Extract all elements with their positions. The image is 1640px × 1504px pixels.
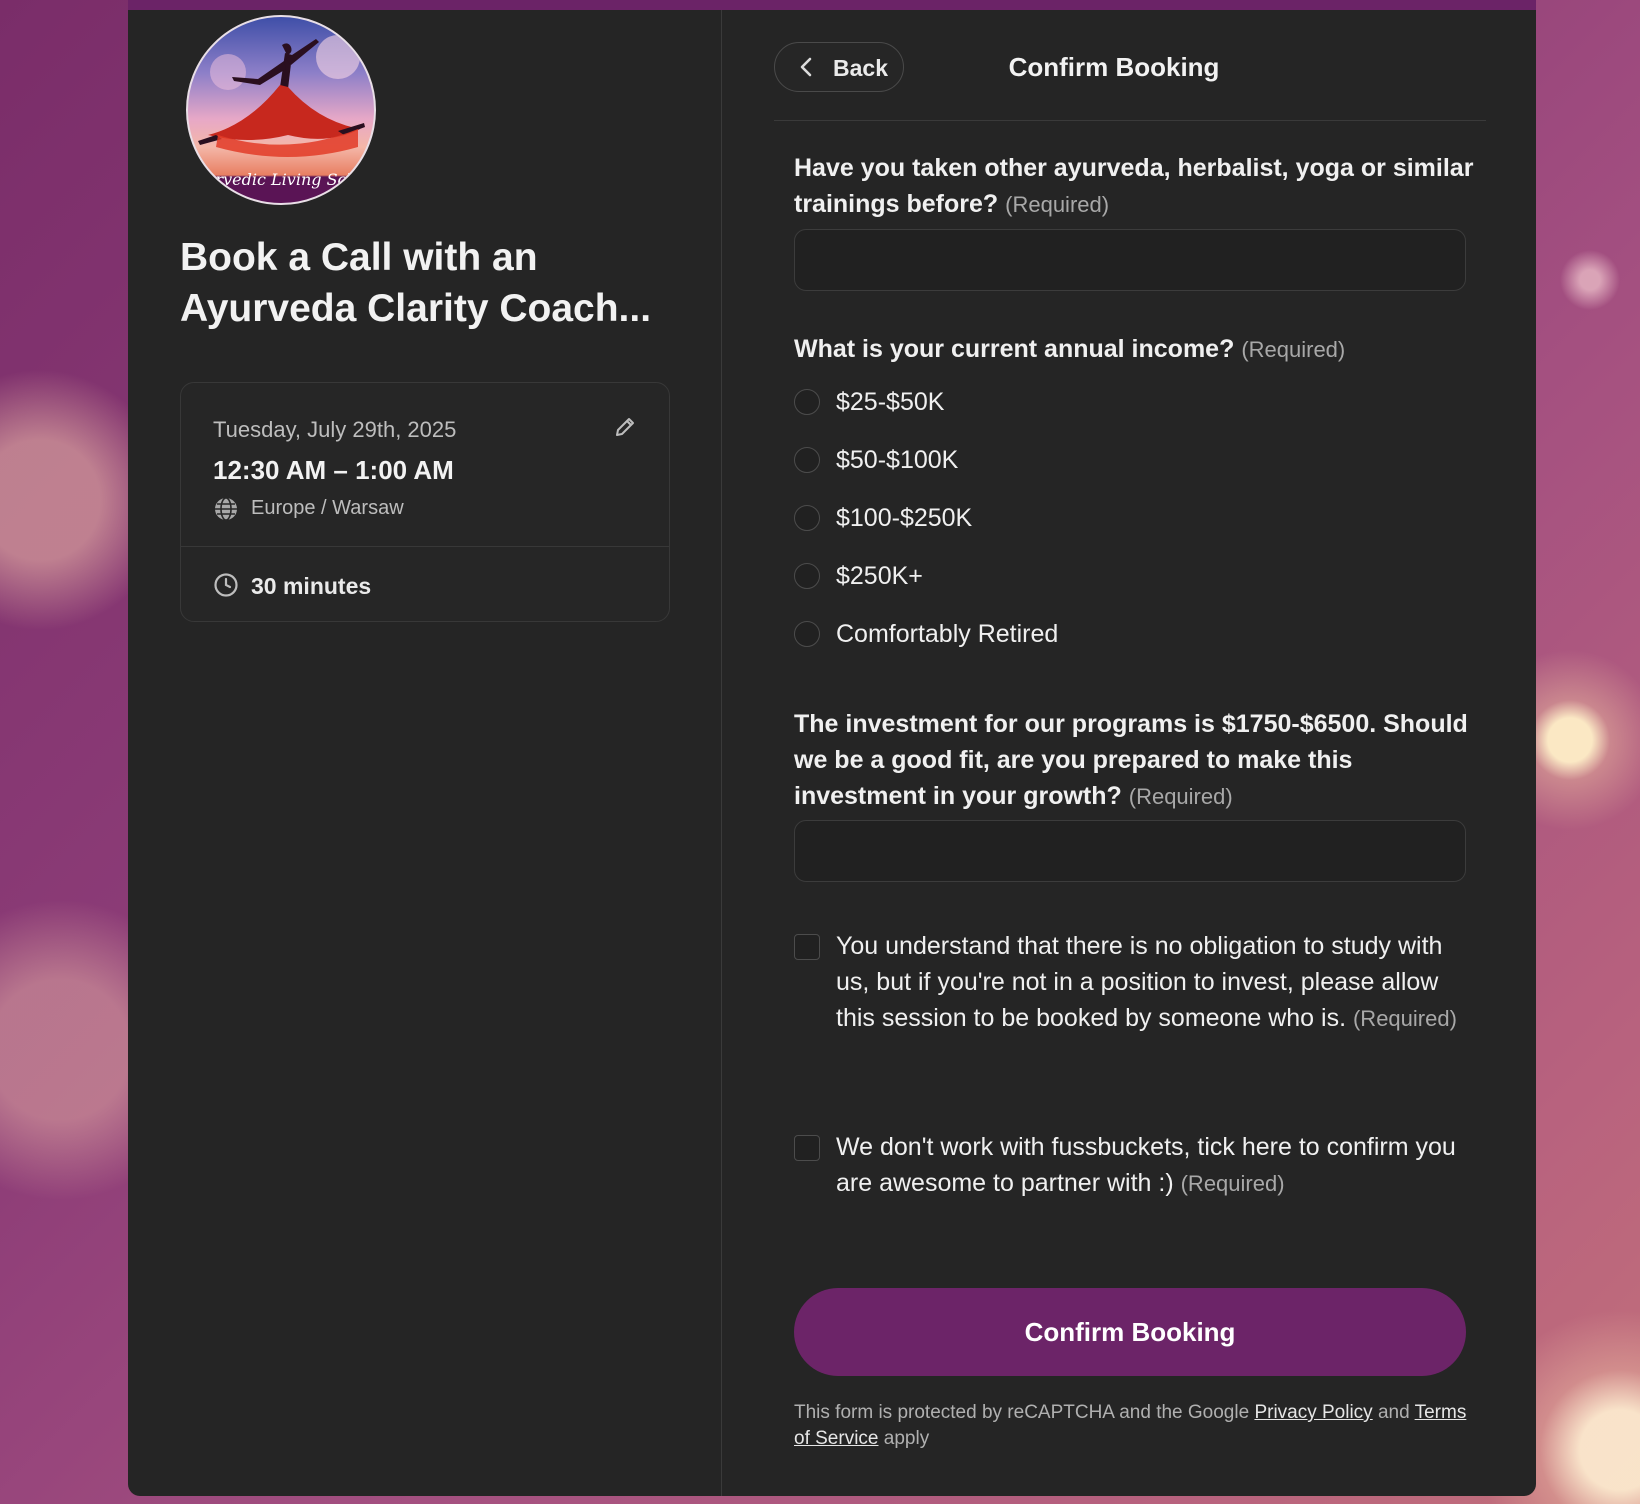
- required-tag: (Required): [1128, 784, 1233, 809]
- consent-text: We don't work with fussbuckets, tick her…: [836, 1133, 1456, 1197]
- booking-card: urvedic Living Sch Book a Call with an A…: [128, 10, 1536, 1496]
- privacy-policy-link[interactable]: Privacy Policy: [1254, 1402, 1372, 1423]
- header-divider: [774, 120, 1486, 121]
- checkbox-label: We don't work with fussbuckets, tick her…: [836, 1129, 1466, 1202]
- previous-trainings-input[interactable]: [794, 229, 1466, 291]
- event-duration: 30 minutes: [251, 573, 372, 599]
- required-tag: (Required): [1005, 192, 1110, 217]
- radio-button[interactable]: [794, 563, 820, 589]
- question-label: Have you taken other ayurveda, herbalist…: [794, 154, 1474, 218]
- confirm-booking-button[interactable]: Confirm Booking: [794, 1288, 1466, 1376]
- question-annual-income: What is your current annual income? (Req…: [794, 331, 1474, 368]
- pencil-icon[interactable]: [613, 415, 637, 439]
- income-option-25-50k[interactable]: $25-$50K: [794, 385, 944, 419]
- form-header-title: Confirm Booking: [1008, 52, 1220, 82]
- checkbox-label: You understand that there is no obligati…: [836, 928, 1466, 1037]
- radio-label: $100-$250K: [836, 503, 973, 532]
- legal-suffix: apply: [883, 1428, 930, 1449]
- event-time: 12:30 AM – 1:00 AM: [213, 455, 454, 485]
- top-accent-bar: [128, 0, 1536, 10]
- radio-button[interactable]: [794, 447, 820, 473]
- legal-middle: and: [1377, 1402, 1410, 1423]
- booking-form-panel: Back Confirm Booking Have you taken othe…: [722, 10, 1536, 1496]
- income-option-retired[interactable]: Comfortably Retired: [794, 617, 1058, 651]
- radio-button[interactable]: [794, 621, 820, 647]
- radio-button[interactable]: [794, 505, 820, 531]
- radio-button[interactable]: [794, 389, 820, 415]
- radio-label: Comfortably Retired: [836, 619, 1059, 648]
- required-tag: (Required): [1352, 1006, 1457, 1031]
- investment-readiness-input[interactable]: [794, 820, 1466, 882]
- checkbox[interactable]: [794, 934, 820, 960]
- question-previous-trainings: Have you taken other ayurveda, herbalist…: [794, 150, 1474, 223]
- host-avatar: urvedic Living Sch: [186, 15, 376, 205]
- income-option-50-100k[interactable]: $50-$100K: [794, 443, 958, 477]
- required-tag: (Required): [1180, 1171, 1285, 1196]
- legal-prefix: This form is protected by reCAPTCHA and …: [794, 1402, 1250, 1423]
- event-timezone: Europe / Warsaw: [251, 497, 404, 519]
- radio-label: $250K+: [836, 561, 923, 590]
- recaptcha-notice: This form is protected by reCAPTCHA and …: [794, 1400, 1474, 1452]
- event-details-box: Tuesday, July 29th, 2025 12:30 AM – 1:00…: [180, 382, 670, 622]
- checkbox[interactable]: [794, 1135, 820, 1161]
- event-summary-panel: urvedic Living Sch Book a Call with an A…: [128, 10, 722, 1496]
- income-option-250k-plus[interactable]: $250K+: [794, 559, 923, 593]
- question-label: What is your current annual income?: [794, 335, 1235, 363]
- radio-label: $50-$100K: [836, 445, 959, 474]
- required-tag: (Required): [1241, 337, 1346, 362]
- radio-label: $25-$50K: [836, 387, 945, 416]
- income-option-100-250k[interactable]: $100-$250K: [794, 501, 972, 535]
- event-date: Tuesday, July 29th, 2025: [213, 417, 457, 442]
- globe-icon: [213, 496, 239, 522]
- details-divider: [181, 546, 669, 547]
- clock-icon: [213, 572, 239, 598]
- avatar-brand-text: urvedic Living Sch: [205, 170, 357, 189]
- event-title: Book a Call with an Ayurveda Clarity Coa…: [180, 236, 652, 330]
- question-investment-readiness: The investment for our programs is $1750…: [794, 706, 1474, 815]
- consent-text: You understand that there is no obligati…: [836, 932, 1443, 1032]
